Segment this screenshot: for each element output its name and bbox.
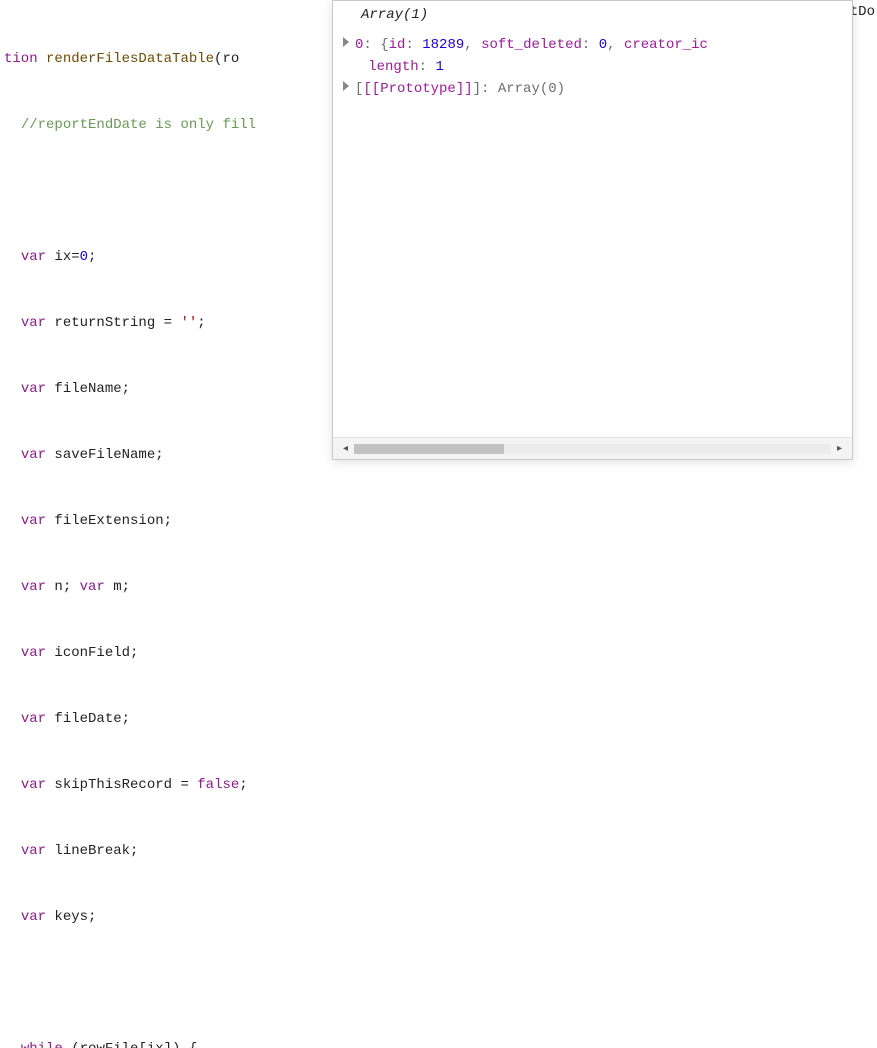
- code-line: var n; var m;: [4, 576, 877, 598]
- popup-horizontal-scrollbar[interactable]: ◂ ▸: [333, 437, 852, 459]
- popup-prototype[interactable]: [[[Prototype]]]: Array(0): [343, 78, 846, 100]
- popup-title: Array(1): [333, 1, 852, 30]
- code-line: var keys;: [4, 906, 877, 928]
- code-line: var fileDate;: [4, 708, 877, 730]
- scroll-right-icon[interactable]: ▸: [833, 443, 846, 455]
- code-line: var skipThisRecord = false;: [4, 774, 877, 796]
- scroll-thumb[interactable]: [354, 444, 504, 454]
- popup-body[interactable]: 0: {id: 18289, soft_deleted: 0, creator_…: [333, 30, 852, 437]
- code-line: var lineBreak;: [4, 840, 877, 862]
- popup-length: length: 1: [343, 56, 846, 78]
- expand-triangle-icon[interactable]: [343, 81, 349, 91]
- code-line: var fileExtension;: [4, 510, 877, 532]
- code-line-blank: [4, 972, 877, 994]
- scroll-left-icon[interactable]: ◂: [339, 443, 352, 455]
- code-line: var iconField;: [4, 642, 877, 664]
- debug-value-popup[interactable]: Array(1) 0: {id: 18289, soft_deleted: 0,…: [332, 0, 853, 460]
- clipped-source-text: tDo: [850, 0, 877, 20]
- expand-triangle-icon[interactable]: [343, 37, 349, 47]
- code-line: while (rowFile[ix]) {: [4, 1038, 877, 1048]
- scroll-track[interactable]: [354, 444, 831, 454]
- popup-entry[interactable]: 0: {id: 18289, soft_deleted: 0, creator_…: [343, 34, 846, 56]
